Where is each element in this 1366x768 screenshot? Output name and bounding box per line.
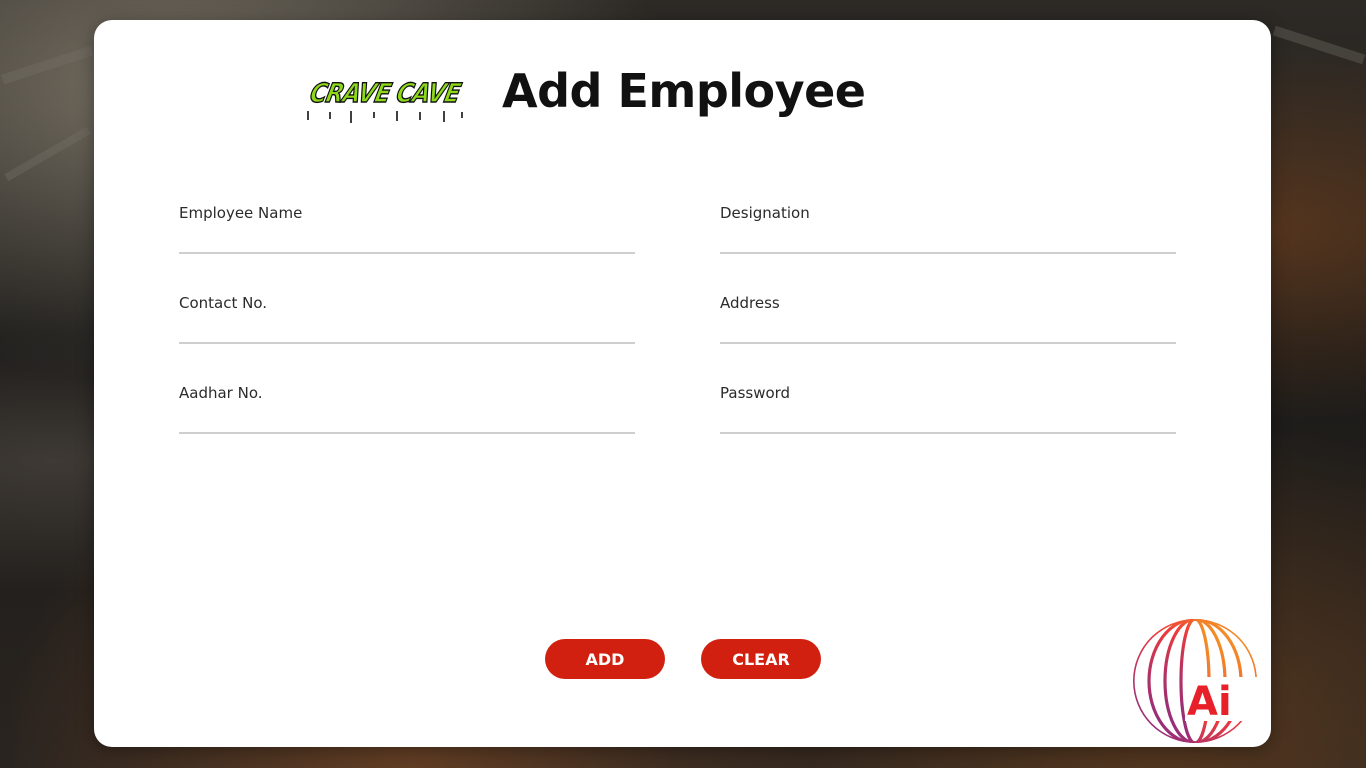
background-beam: [0, 45, 95, 85]
background-beam: [4, 126, 91, 182]
employee-name-label: Employee Name: [179, 204, 303, 222]
add-employee-card: CRAVE CAVE Add Employee Employee Name De…: [94, 20, 1271, 747]
contact-no-label: Contact No.: [179, 294, 268, 312]
aadhar-no-label: Aadhar No.: [179, 384, 263, 402]
address-field: Address: [720, 294, 1176, 354]
designation-field: Designation: [720, 204, 1176, 264]
clear-button[interactable]: CLEAR: [701, 639, 821, 679]
add-button[interactable]: ADD: [545, 639, 665, 679]
aadhar-no-input[interactable]: [179, 406, 635, 434]
aadhar-no-field: Aadhar No.: [179, 384, 635, 444]
ai-logo-text: Ai: [1187, 679, 1232, 725]
crave-cave-logo: CRAVE CAVE: [296, 75, 474, 125]
password-label: Password: [720, 384, 791, 402]
address-input[interactable]: [720, 316, 1176, 344]
employee-name-field: Employee Name: [179, 204, 635, 264]
address-label: Address: [720, 294, 780, 312]
employee-name-input[interactable]: [179, 226, 635, 254]
password-field: Password: [720, 384, 1176, 444]
ai-globe-logo: Ai: [1133, 619, 1259, 743]
password-input[interactable]: [720, 406, 1176, 434]
logo-drips: [307, 111, 463, 123]
designation-label: Designation: [720, 204, 810, 222]
designation-input[interactable]: [720, 226, 1176, 254]
page-title: Add Employee: [502, 64, 866, 118]
background-beam: [1272, 25, 1366, 65]
contact-no-field: Contact No.: [179, 294, 635, 354]
contact-no-input[interactable]: [179, 316, 635, 344]
